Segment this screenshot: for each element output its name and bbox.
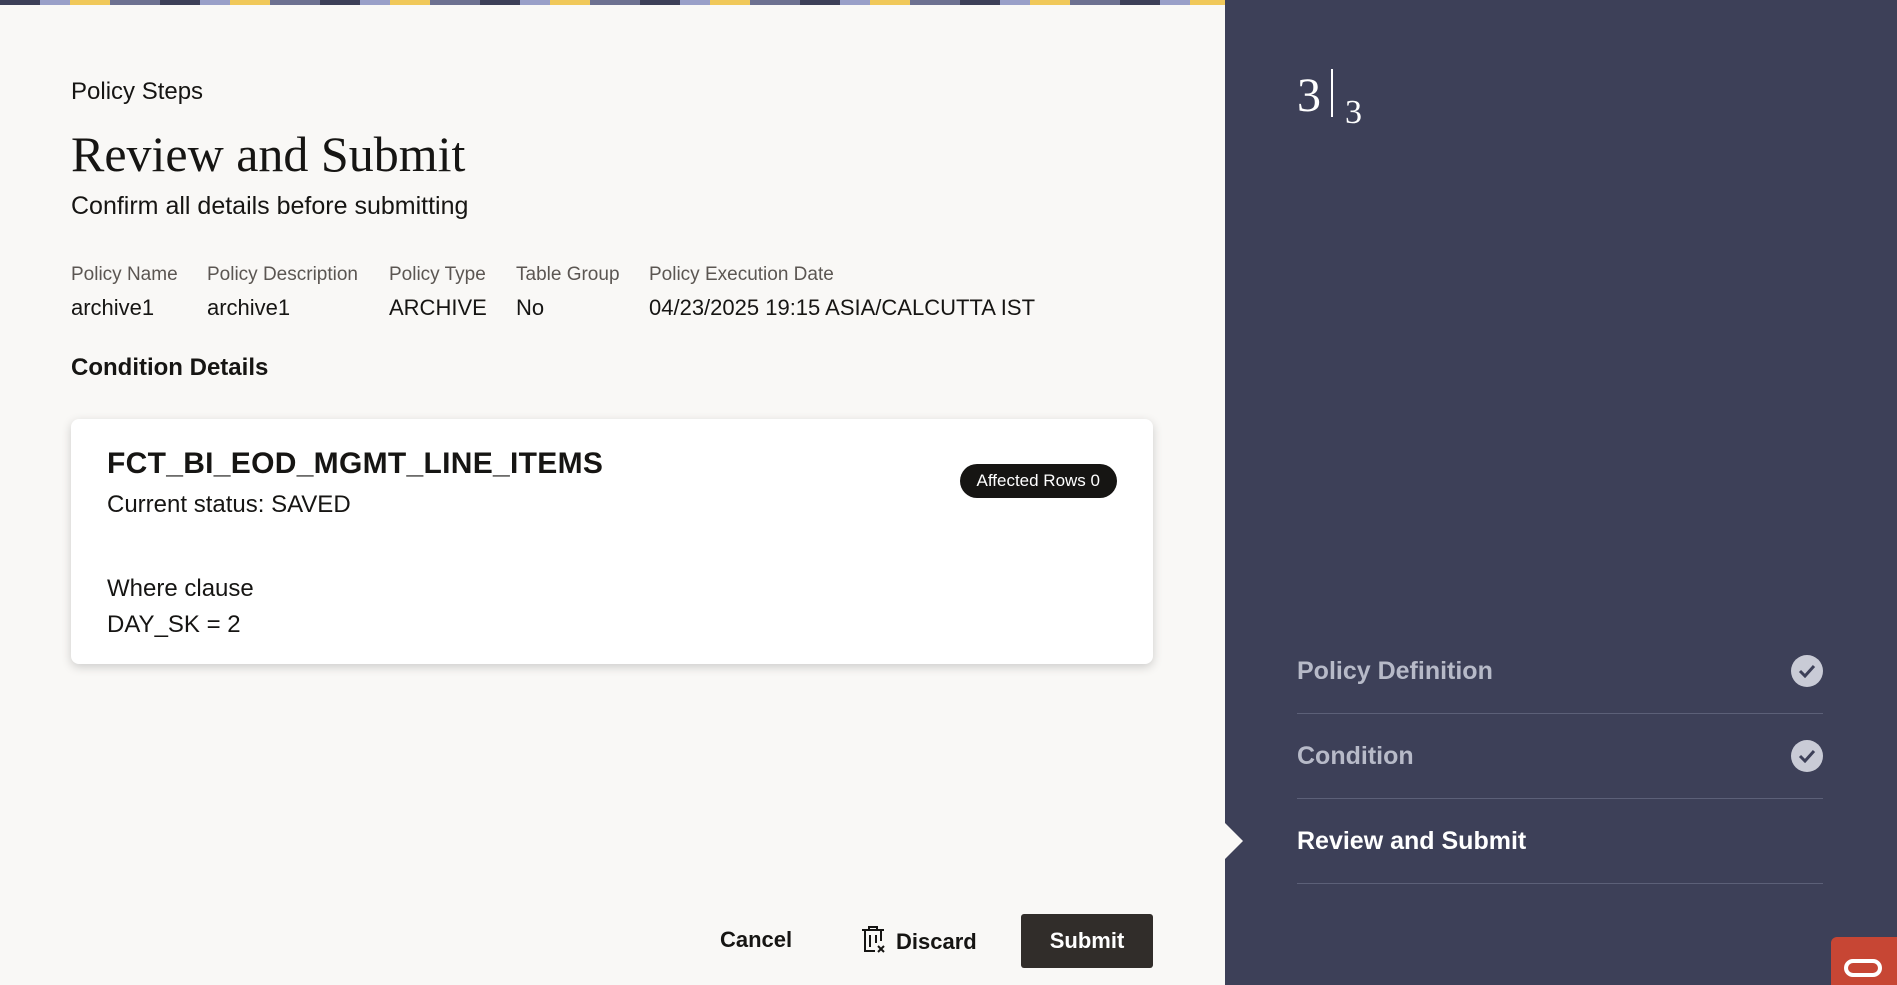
affected-rows-badge: Affected Rows 0 <box>959 464 1117 498</box>
step-review-and-submit[interactable]: Review and Submit <box>1297 799 1823 884</box>
step-label: Condition <box>1297 742 1414 770</box>
page-kicker: Policy Steps <box>71 78 204 105</box>
step-label: Policy Definition <box>1297 657 1493 685</box>
step-total: 3 <box>1345 94 1362 131</box>
trash-icon <box>860 925 886 959</box>
step-policy-definition[interactable]: Policy Definition <box>1297 629 1823 714</box>
check-circle-icon <box>1791 740 1823 772</box>
condition-table-name: FCT_BI_EOD_MGMT_LINE_ITEMS <box>107 447 604 480</box>
summary-label: Policy Type <box>389 264 486 285</box>
summary-value: archive1 <box>207 295 291 320</box>
summary-value: archive1 <box>71 295 155 320</box>
summary-label: Policy Description <box>207 264 358 285</box>
summary-value: ARCHIVE <box>389 295 487 320</box>
summary-value: 04/23/2025 19:15 ASIA/CALCUTTA IST <box>649 295 1036 320</box>
condition-details-heading: Condition Details <box>71 354 269 381</box>
summary-policy-type: Policy Type ARCHIVE <box>389 264 487 321</box>
summary-label: Table Group <box>516 264 620 285</box>
step-label: Review and Submit <box>1297 827 1527 855</box>
summary-label: Policy Execution Date <box>649 264 834 285</box>
summary-policy-description: Policy Description archive1 <box>207 264 358 321</box>
page-title: Review and Submit <box>71 126 466 182</box>
submit-button[interactable]: Submit <box>1021 914 1153 968</box>
condition-card: FCT_BI_EOD_MGMT_LINE_ITEMS Current statu… <box>71 419 1153 664</box>
where-clause-label: Where clause <box>107 575 254 602</box>
step-counter: 33 <box>1297 68 1362 131</box>
cancel-button[interactable]: Cancel <box>720 927 792 953</box>
summary-table-group: Table Group No <box>516 264 620 321</box>
active-step-pointer <box>1225 823 1243 859</box>
summary-policy-name: Policy Name archive1 <box>71 264 178 321</box>
step-current: 3 <box>1297 69 1321 122</box>
check-circle-icon <box>1791 655 1823 687</box>
step-condition[interactable]: Condition <box>1297 714 1823 799</box>
summary-value: No <box>516 295 545 320</box>
step-counter-divider <box>1331 69 1333 117</box>
page-subtitle: Confirm all details before submitting <box>71 192 469 220</box>
summary-label: Policy Name <box>71 264 178 285</box>
oracle-logo-ring <box>1844 959 1882 977</box>
discard-label: Discard <box>896 929 977 954</box>
summary-execution-date: Policy Execution Date 04/23/2025 19:15 A… <box>649 264 1035 321</box>
where-clause-value: DAY_SK = 2 <box>107 611 241 638</box>
oracle-logo-icon[interactable] <box>1831 937 1897 985</box>
condition-status: Current status: SAVED <box>107 491 351 518</box>
discard-button[interactable]: Discard <box>860 925 977 959</box>
